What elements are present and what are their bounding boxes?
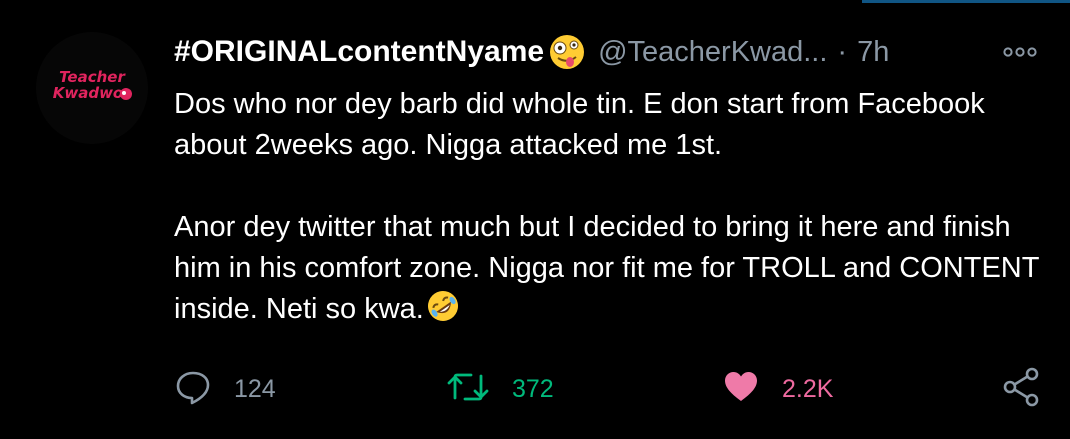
timestamp[interactable]: 7h xyxy=(857,36,889,69)
more-options-icon[interactable] xyxy=(998,38,1042,66)
user-handle[interactable]: @TeacherKwad... xyxy=(598,36,827,69)
retweet-button[interactable]: 372 xyxy=(446,366,554,412)
top-accent-bar xyxy=(862,0,1070,3)
avatar-text-line2: Kwadwo xyxy=(53,84,124,102)
tweet-paragraph-1: Dos who nor dey barb did whole tin. E do… xyxy=(174,88,985,161)
retweet-count: 372 xyxy=(512,374,554,403)
share-button[interactable] xyxy=(1000,366,1044,412)
reply-count: 124 xyxy=(234,374,276,403)
tweet-paragraph-2-text: Anor dey twitter that much but I decided… xyxy=(174,211,1039,325)
like-count: 2.2K xyxy=(782,374,834,403)
tweet-actions: 124 372 2.2K xyxy=(0,366,1070,412)
rolling-on-floor-laughing-emoji-icon xyxy=(426,289,460,323)
reply-button[interactable]: 124 xyxy=(174,366,276,412)
reply-icon xyxy=(174,368,212,411)
heart-icon xyxy=(722,368,760,411)
avatar[interactable]: Teacher Kwadwo xyxy=(36,32,148,144)
tweet-header: #ORIGINALcontentNyame @TeacherKwad... · … xyxy=(174,28,1046,76)
tweet-paragraph-2: Anor dey twitter that much but I decided… xyxy=(174,207,1044,330)
zany-face-emoji-icon xyxy=(548,33,586,71)
like-button[interactable]: 2.2K xyxy=(722,366,833,412)
separator-dot: · xyxy=(837,35,848,68)
share-icon xyxy=(1000,365,1044,414)
display-name[interactable]: #ORIGINALcontentNyame xyxy=(174,35,544,69)
tweet-text: Dos who nor dey barb did whole tin. E do… xyxy=(174,84,1044,330)
retweet-icon xyxy=(446,368,490,411)
